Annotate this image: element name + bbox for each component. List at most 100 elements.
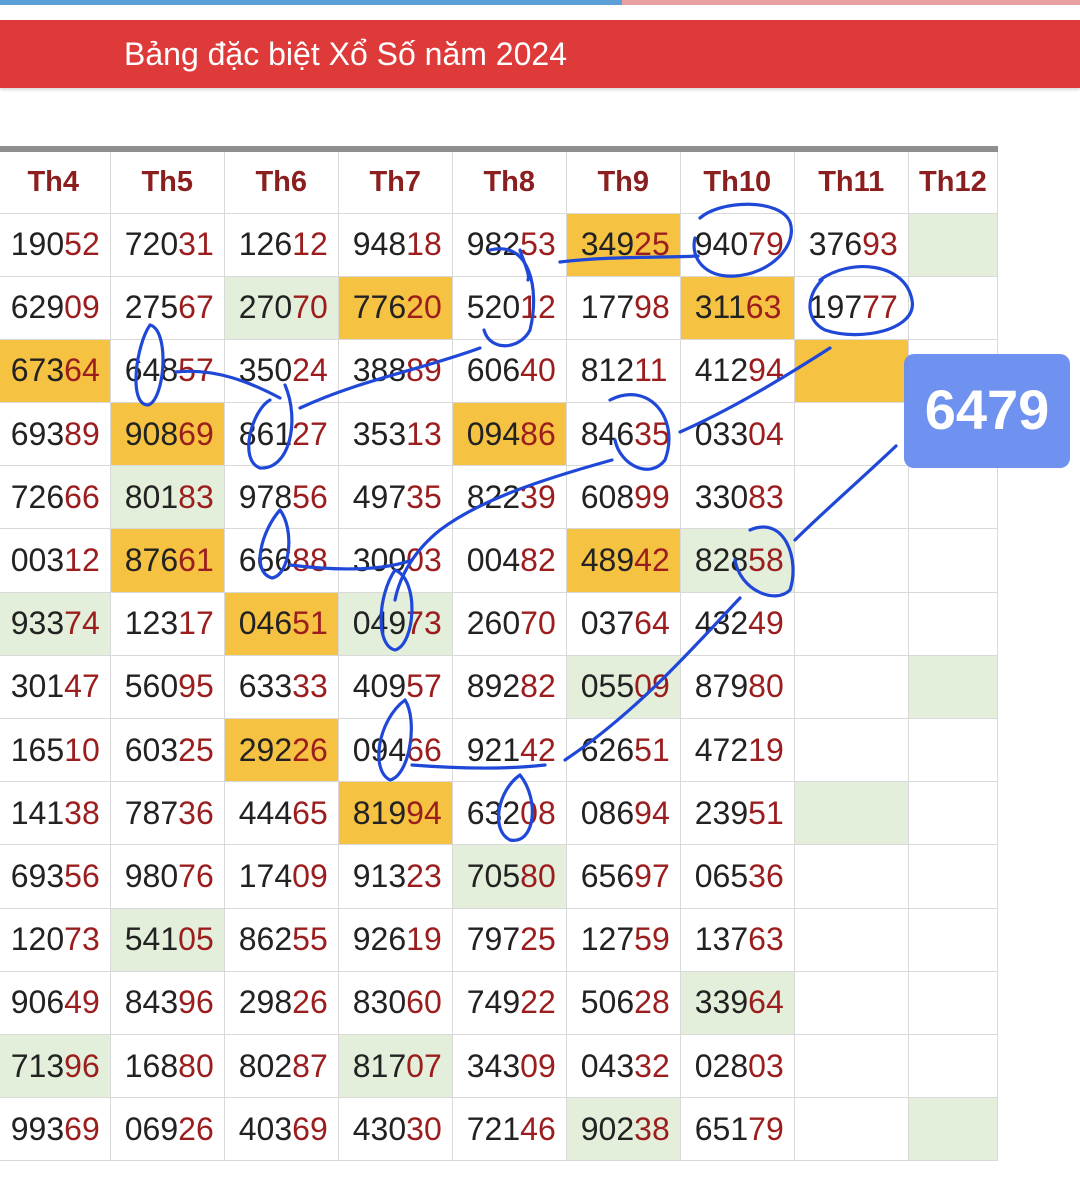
table-body: 6119052720311261294818982533492594079376…	[0, 212, 999, 1162]
cell-tail-digits: 11	[634, 352, 668, 389]
table-cell	[793, 591, 909, 656]
cell-tail-digits: 56	[64, 857, 100, 894]
table-cell: 72031	[109, 212, 225, 277]
cell-leading-digits: 908	[124, 415, 179, 452]
cell-tail-digits: 87	[292, 1047, 328, 1084]
cell-tail-digits: 35	[634, 415, 670, 452]
cell-tail-digits: 46	[520, 1110, 556, 1147]
cell-leading-digits: 376	[808, 226, 863, 263]
table-cell	[907, 844, 999, 909]
table-cell: 65697	[565, 844, 681, 909]
cell-tail-digits: 33	[292, 668, 328, 705]
table-row: 3569389908698612735313094868463503304	[0, 402, 999, 467]
cell-tail-digits: 19	[748, 731, 784, 768]
table-cell: 90869	[109, 402, 225, 467]
cell-leading-digits: 629	[10, 289, 65, 326]
cell-tail-digits: 51	[292, 605, 328, 642]
table-cell	[793, 717, 909, 783]
table-cell: 19052	[0, 212, 111, 277]
table-cell: 29826	[223, 970, 339, 1035]
table-cell: 40957	[337, 654, 453, 720]
cell-leading-digits: 141	[10, 794, 65, 831]
table-cell: 54105	[109, 907, 225, 972]
cell-leading-digits: 339	[694, 984, 749, 1021]
table-cell: 94818	[337, 212, 453, 277]
cell-leading-digits: 260	[466, 605, 521, 642]
table-row: 8267364648573502438889606408121141294	[0, 338, 999, 404]
cell-leading-digits: 190	[10, 226, 65, 263]
table-cell: 12759	[565, 907, 681, 972]
table-container[interactable]: Th3Th4Th5Th6Th7Th8Th9Th10Th11Th12 611905…	[0, 146, 1080, 1178]
table-cell	[793, 1033, 909, 1099]
cell-tail-digits: 40	[520, 352, 556, 389]
table-cell: 08694	[565, 781, 681, 846]
cell-tail-digits: 83	[748, 478, 784, 515]
table-cell: 17409	[223, 844, 339, 909]
table-cell: 72666	[0, 465, 111, 530]
table-row: 5390649843962982683060749225062833964	[0, 970, 999, 1035]
cell-tail-digits: 79	[748, 1110, 784, 1147]
table-cell: 47219	[679, 717, 795, 783]
table-cell: 16880	[109, 1033, 225, 1099]
cell-tail-digits: 03	[406, 542, 442, 579]
cell-tail-digits: 80	[178, 1047, 214, 1084]
cell-leading-digits: 086	[580, 794, 635, 831]
cell-leading-digits: 720	[124, 226, 179, 263]
cell-leading-digits: 432	[694, 605, 749, 642]
cell-leading-digits: 861	[238, 415, 293, 452]
cell-leading-digits: 846	[580, 415, 635, 452]
cell-tail-digits: 96	[178, 984, 214, 1021]
cell-leading-digits: 705	[466, 857, 521, 894]
cell-leading-digits: 982	[466, 226, 521, 263]
cell-leading-digits: 633	[238, 668, 293, 705]
cell-tail-digits: 99	[634, 478, 670, 515]
cell-tail-digits: 96	[64, 1047, 100, 1084]
cell-leading-digits: 940	[694, 226, 749, 263]
cell-tail-digits: 51	[748, 794, 784, 831]
table-cell: 87980	[679, 654, 795, 720]
cell-tail-digits: 26	[292, 984, 328, 1021]
cell-leading-digits: 693	[10, 415, 65, 452]
cell-leading-digits: 353	[352, 415, 407, 452]
page-title: Bảng đặc biệt Xổ Số năm 2024	[124, 36, 567, 72]
table-cell: 27567	[109, 275, 225, 340]
cell-tail-digits: 57	[406, 668, 442, 705]
table-cell: 62909	[0, 275, 111, 340]
cell-leading-digits: 632	[466, 794, 521, 831]
table-cell: 05509	[565, 654, 681, 720]
cell-tail-digits: 86	[520, 415, 556, 452]
table-cell: 81994	[337, 781, 453, 846]
table-cell: 86255	[223, 907, 339, 972]
cell-leading-digits: 330	[694, 478, 749, 515]
table-cell	[793, 465, 909, 530]
cell-leading-digits: 127	[580, 921, 635, 958]
cell-tail-digits: 12	[292, 226, 328, 263]
table-cell: 90238	[565, 1097, 681, 1162]
cell-leading-digits: 350	[238, 352, 293, 389]
cell-tail-digits: 58	[748, 542, 784, 579]
cell-tail-digits: 83	[178, 478, 214, 515]
table-cell: 31163	[679, 275, 795, 340]
table-cell: 14138	[0, 781, 111, 846]
table-cell	[907, 275, 999, 340]
table-cell: 00312	[0, 528, 111, 593]
cell-leading-digits: 094	[352, 731, 407, 768]
table-row: 2272666801839785649735822396089933083	[0, 465, 999, 530]
table-cell: 06926	[109, 1097, 225, 1162]
cell-leading-digits: 489	[580, 542, 635, 579]
column-header: Th10	[679, 146, 795, 214]
table-cell: 23951	[679, 781, 795, 846]
title-bar: Bảng đặc biệt Xổ Số năm 2024	[0, 20, 1080, 88]
cell-tail-digits: 51	[634, 731, 670, 768]
cell-leading-digits: 168	[124, 1047, 179, 1084]
cell-tail-digits: 73	[64, 921, 100, 958]
cell-tail-digits: 63	[745, 289, 782, 326]
table-cell: 60640	[451, 338, 567, 404]
cell-tail-digits: 47	[64, 668, 100, 705]
table-cell: 81211	[565, 338, 681, 404]
floating-number-badge[interactable]: 6479	[904, 354, 1070, 468]
cell-tail-digits: 08	[520, 794, 556, 831]
cell-tail-digits: 39	[520, 478, 556, 515]
cell-tail-digits: 31	[178, 226, 214, 263]
cell-leading-digits: 065	[694, 857, 749, 894]
